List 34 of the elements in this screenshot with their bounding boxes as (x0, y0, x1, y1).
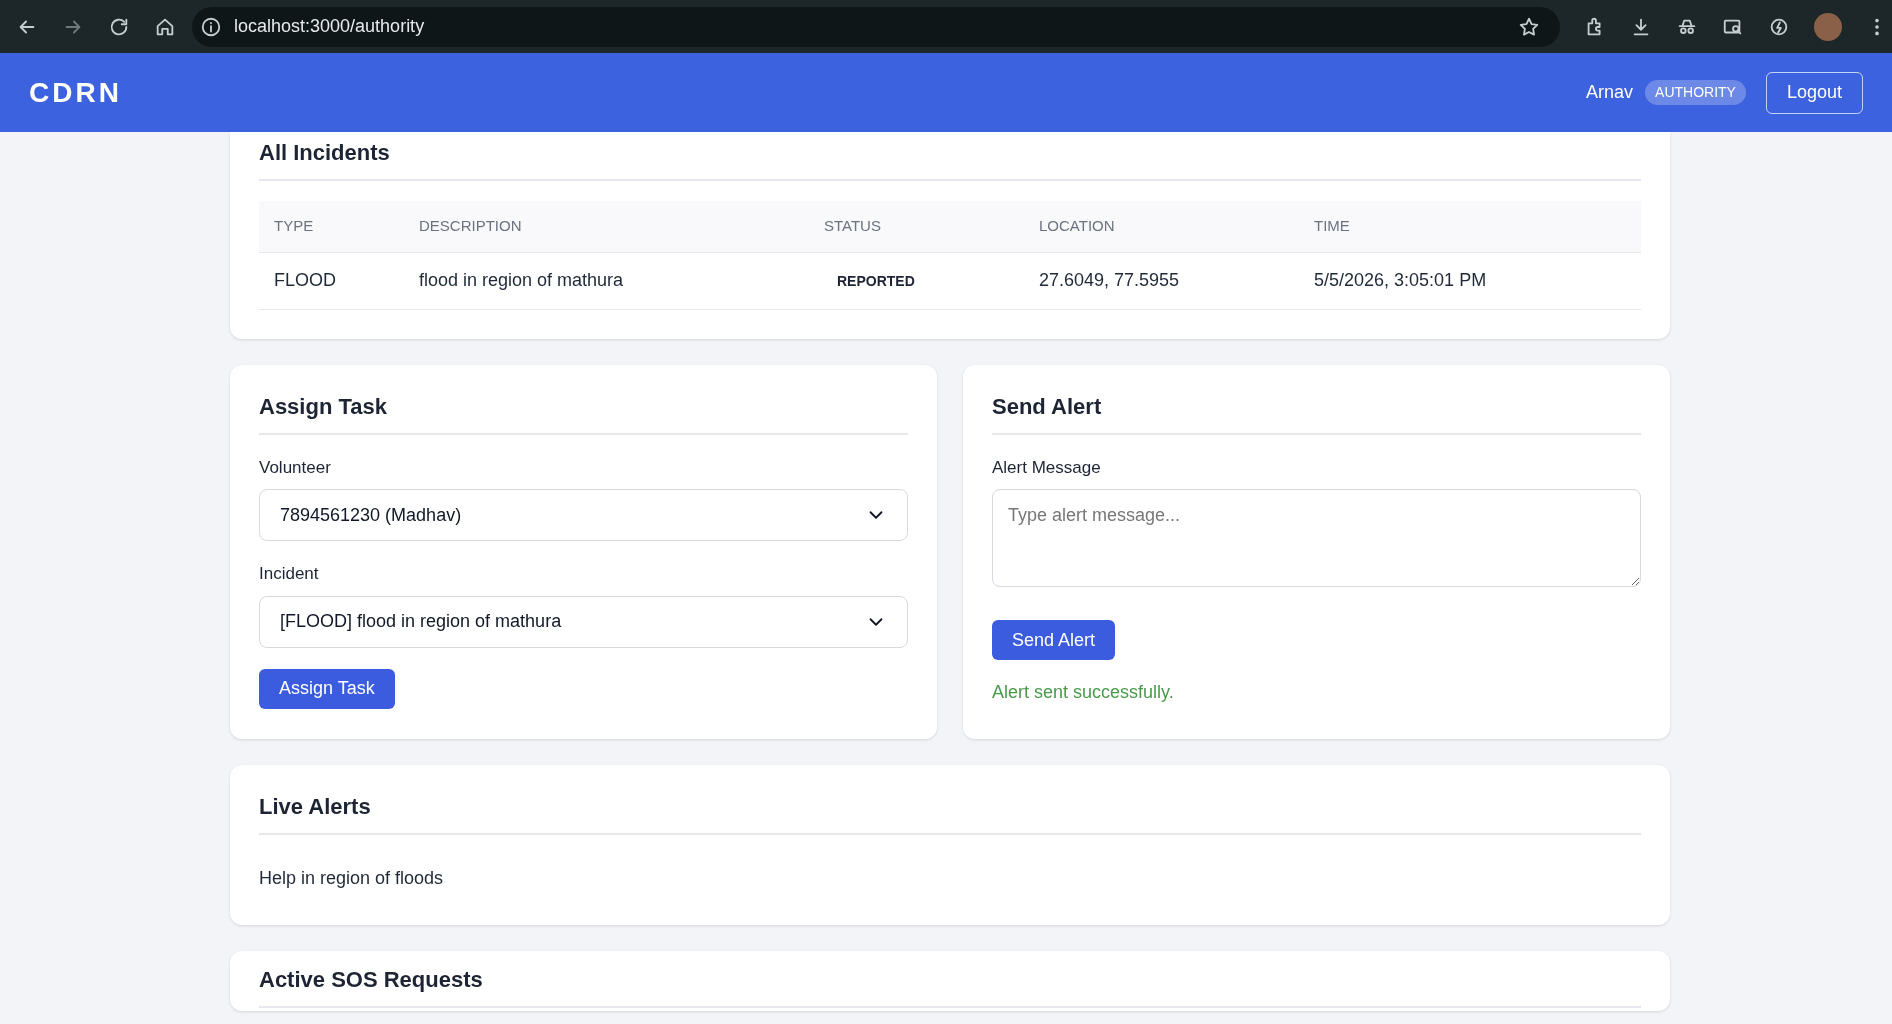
table-cell-text: 27.6049, 77.5955 (1038, 270, 1181, 290)
section-title: Active SOS Requests (259, 966, 1641, 1008)
send-alert-button[interactable]: Send Alert (992, 620, 1116, 660)
role-badge: AUTHORITY (1645, 80, 1746, 105)
logout-button[interactable]: Logout (1765, 71, 1863, 114)
section-title: All Incidents (259, 140, 1641, 181)
assign-task-button[interactable]: Assign Task (259, 668, 395, 709)
alert-message-field[interactable]: Type alert message... (992, 489, 1641, 587)
select-field[interactable]: 7894561230 (Madhav) (259, 489, 908, 541)
field-label: Alert Message (992, 456, 1102, 479)
address-bar[interactable]: localhost:3000/authority (192, 6, 1560, 47)
success-message: Alert sent successfully. (992, 681, 1175, 704)
star-icon[interactable] (1518, 15, 1540, 38)
field-label: Incident (259, 563, 320, 585)
user-name: Arnav (1586, 81, 1634, 104)
status-label: REPORTED (836, 272, 916, 289)
section-title: Assign Task (259, 393, 908, 435)
select-field[interactable]: [FLOOD] flood in region of mathura (259, 595, 908, 648)
column-header: LOCATION (1038, 217, 1116, 235)
column-header: DESCRIPTION (418, 217, 523, 235)
section-title: Live Alerts (259, 793, 1641, 835)
avatar[interactable] (1814, 12, 1842, 41)
column-header: TIME (1313, 217, 1351, 235)
table-cell-text: FLOOD (273, 270, 337, 290)
section-title: Send Alert (992, 393, 1641, 435)
info-icon[interactable] (200, 15, 222, 38)
url-text: localhost:3000/authority (234, 15, 426, 38)
alert-text: Help in region of floods (259, 866, 445, 890)
column-header: STATUS (823, 217, 882, 235)
logo: CDRN (29, 75, 123, 110)
table-cell-text: flood in region of mathura (418, 270, 625, 290)
table-cell-text: 5/5/2026, 3:05:01 PM (1313, 270, 1488, 290)
field-label: Volunteer (259, 456, 332, 479)
column-header: TYPE (273, 217, 315, 235)
